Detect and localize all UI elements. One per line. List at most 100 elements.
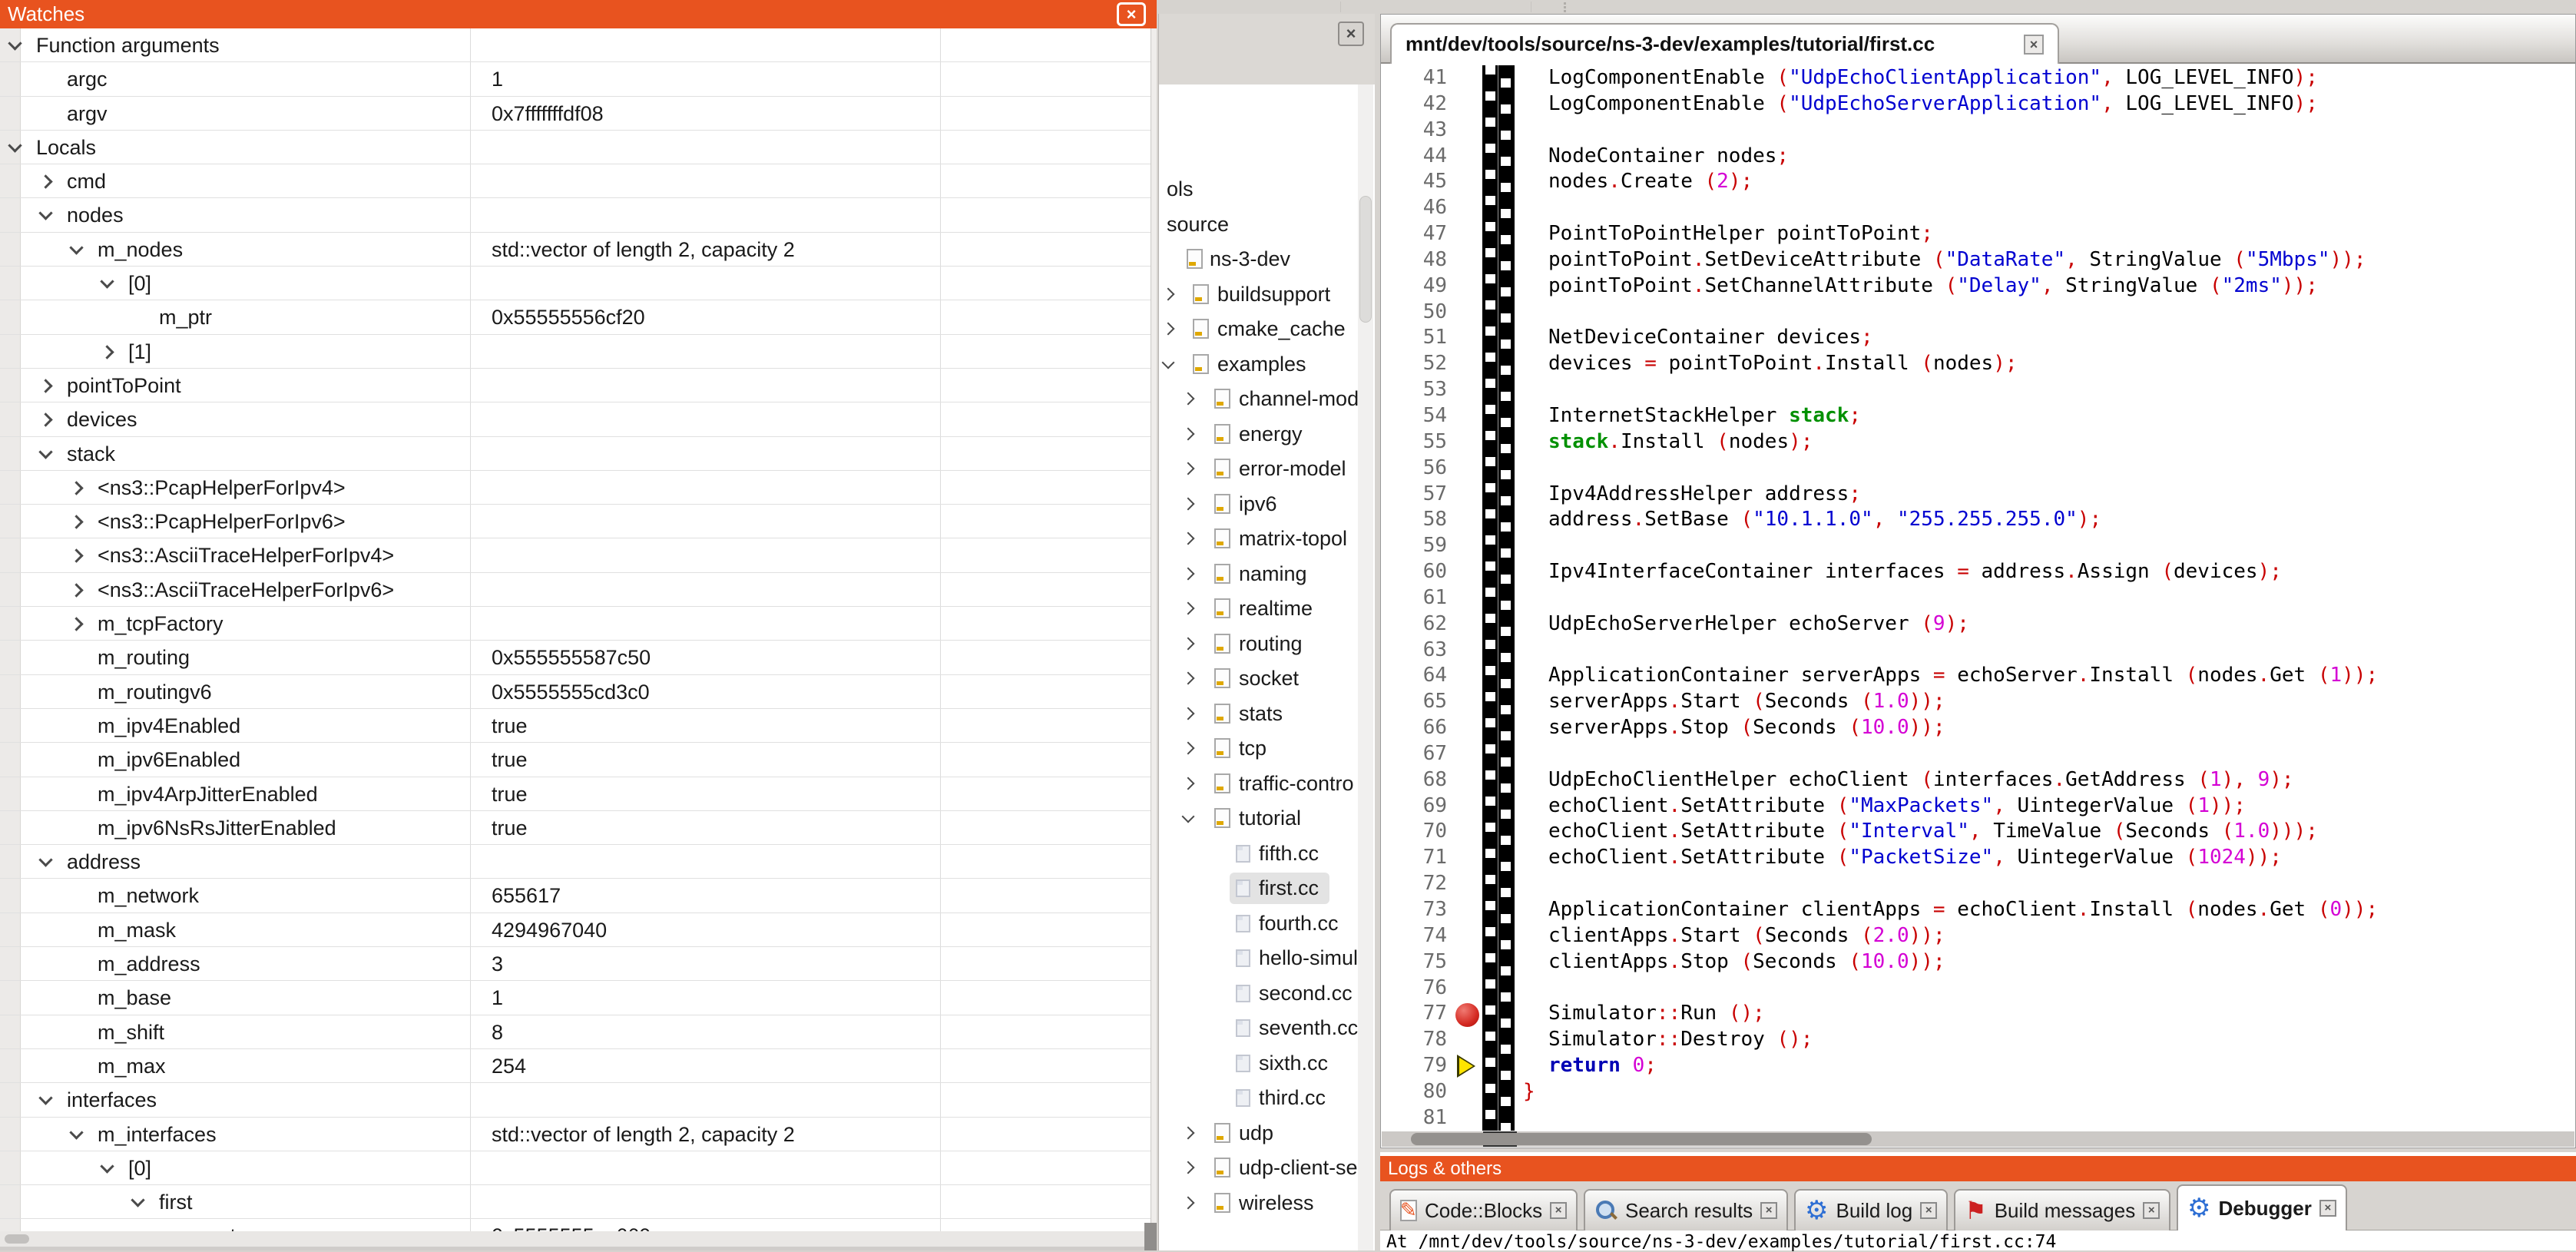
chevron-right-icon[interactable] xyxy=(1182,427,1195,440)
watches-horizontal-scrollbar[interactable] xyxy=(0,1231,1151,1247)
marker-margin[interactable] xyxy=(1452,91,1482,118)
chevron-right-icon[interactable] xyxy=(1182,777,1195,790)
line-number[interactable]: 68 xyxy=(1382,767,1452,793)
tree-item-routing[interactable]: routing xyxy=(1159,627,1360,661)
close-icon[interactable]: × xyxy=(2143,1202,2160,1219)
watch-row[interactable]: interfaces xyxy=(0,1083,1151,1117)
logs-tab-debugger[interactable]: ⚙Debugger× xyxy=(2177,1184,2347,1230)
watch-row[interactable]: m_ptr0x5555555ca660 xyxy=(0,1219,1151,1231)
line-number[interactable]: 55 xyxy=(1382,429,1452,455)
line-number[interactable]: 50 xyxy=(1382,300,1452,326)
chevron-down-icon[interactable] xyxy=(38,445,52,459)
watch-row[interactable]: pointToPoint xyxy=(0,369,1151,402)
chevron-right-icon[interactable] xyxy=(1182,707,1195,720)
chevron-right-icon[interactable] xyxy=(1182,1196,1195,1209)
chevron-down-icon[interactable] xyxy=(8,138,22,152)
marker-margin[interactable] xyxy=(1452,221,1482,247)
watch-row[interactable]: cmd xyxy=(0,164,1151,198)
marker-margin[interactable] xyxy=(1452,455,1482,482)
marker-margin[interactable] xyxy=(1452,897,1482,923)
line-number[interactable]: 48 xyxy=(1382,247,1452,273)
chevron-right-icon[interactable] xyxy=(1182,1126,1195,1139)
marker-margin[interactable] xyxy=(1452,975,1482,1002)
line-number[interactable]: 74 xyxy=(1382,923,1452,949)
tree-item-tutorial[interactable]: tutorial xyxy=(1159,801,1360,836)
marker-margin[interactable] xyxy=(1452,1027,1482,1053)
line-number[interactable]: 46 xyxy=(1382,195,1452,221)
chevron-down-icon[interactable] xyxy=(131,1193,144,1207)
line-number[interactable]: 66 xyxy=(1382,715,1452,741)
watch-row[interactable]: argc1 xyxy=(0,62,1151,96)
tree-item-hello-simul[interactable]: hello-simul xyxy=(1159,941,1360,975)
tree-item-cmake-cache[interactable]: cmake_cache xyxy=(1159,312,1360,346)
chevron-right-icon[interactable] xyxy=(1182,1161,1195,1174)
chevron-right-icon[interactable] xyxy=(1182,742,1195,755)
marker-margin[interactable] xyxy=(1452,689,1482,715)
tree-item-stats[interactable]: stats xyxy=(1159,697,1360,731)
watch-row[interactable]: argv0x7fffffffdf08 xyxy=(0,97,1151,131)
line-number[interactable]: 56 xyxy=(1382,455,1452,482)
logs-tab-code-blocks[interactable]: Code::Blocks× xyxy=(1389,1189,1578,1230)
marker-margin[interactable] xyxy=(1452,351,1482,377)
logs-tab-build-messages[interactable]: ⚑Build messages× xyxy=(1954,1189,2170,1230)
close-icon[interactable]: × xyxy=(1338,22,1364,46)
marker-margin[interactable] xyxy=(1452,300,1482,326)
chevron-right-icon[interactable] xyxy=(38,413,52,427)
chevron-down-icon[interactable] xyxy=(1162,356,1175,369)
logs-tab-search-results[interactable]: Search results× xyxy=(1584,1189,1788,1230)
line-number[interactable]: 62 xyxy=(1382,611,1452,638)
tree-item-udp[interactable]: udp xyxy=(1159,1116,1360,1151)
scrollbar-thumb[interactable] xyxy=(5,1234,29,1244)
watch-row[interactable]: [0] xyxy=(0,267,1151,300)
line-number[interactable]: 53 xyxy=(1382,377,1452,403)
tree-item-tcp[interactable]: tcp xyxy=(1159,731,1360,766)
watch-row[interactable]: <ns3::AsciiTraceHelperForIpv4> xyxy=(0,538,1151,572)
line-number[interactable]: 70 xyxy=(1382,819,1452,845)
line-number[interactable]: 75 xyxy=(1382,949,1452,975)
line-number[interactable]: 73 xyxy=(1382,897,1452,923)
watches-resize-grip[interactable] xyxy=(1144,1223,1157,1250)
watch-row[interactable]: m_ipv4ArpJitterEnabledtrue xyxy=(0,777,1151,811)
watch-row[interactable]: [0] xyxy=(0,1151,1151,1185)
marker-margin[interactable] xyxy=(1452,195,1482,221)
marker-margin[interactable] xyxy=(1452,482,1482,508)
tree-item-wireless[interactable]: wireless xyxy=(1159,1186,1360,1221)
watch-row[interactable]: m_mask4294967040 xyxy=(0,913,1151,947)
watch-row[interactable]: stack xyxy=(0,437,1151,471)
watch-row[interactable]: <ns3::AsciiTraceHelperForIpv6> xyxy=(0,573,1151,607)
line-number[interactable]: 58 xyxy=(1382,507,1452,533)
tree-item-examples[interactable]: examples xyxy=(1159,347,1360,382)
watch-row[interactable]: m_nodesstd::vector of length 2, capacity… xyxy=(0,233,1151,267)
marker-margin[interactable] xyxy=(1452,429,1482,455)
chevron-right-icon[interactable] xyxy=(69,481,83,495)
watch-row[interactable]: m_address3 xyxy=(0,947,1151,981)
marker-margin[interactable] xyxy=(1452,949,1482,975)
chevron-right-icon[interactable] xyxy=(69,549,83,563)
watch-row[interactable]: m_tcpFactory xyxy=(0,607,1151,641)
chevron-right-icon[interactable] xyxy=(1182,602,1195,615)
chevron-right-icon[interactable] xyxy=(69,617,83,631)
editor-tab-first-cc[interactable]: mnt/dev/tools/source/ns-3-dev/examples/t… xyxy=(1390,23,2059,64)
chevron-down-icon[interactable] xyxy=(1182,810,1195,823)
chevron-right-icon[interactable] xyxy=(100,345,114,359)
line-number[interactable]: 65 xyxy=(1382,689,1452,715)
watches-title-bar[interactable]: Watches × xyxy=(0,0,1157,28)
chevron-right-icon[interactable] xyxy=(38,379,52,392)
line-number[interactable]: 63 xyxy=(1382,638,1452,664)
tree-item-second-cc[interactable]: second.cc xyxy=(1159,976,1360,1011)
marker-margin[interactable] xyxy=(1452,1079,1482,1105)
logs-header[interactable]: Logs & others xyxy=(1380,1156,2576,1181)
watch-row[interactable]: m_ipv6NsRsJitterEnabledtrue xyxy=(0,811,1151,845)
line-number[interactable]: 45 xyxy=(1382,169,1452,195)
chevron-down-icon[interactable] xyxy=(38,207,52,220)
line-number[interactable]: 72 xyxy=(1382,871,1452,897)
line-number[interactable]: 41 xyxy=(1382,65,1452,91)
tree-item-energy[interactable]: energy xyxy=(1159,417,1360,452)
chevron-right-icon[interactable] xyxy=(1182,497,1195,510)
chevron-right-icon[interactable] xyxy=(69,583,83,597)
chevron-down-icon[interactable] xyxy=(100,274,114,288)
marker-margin[interactable] xyxy=(1452,273,1482,300)
line-number[interactable]: 77 xyxy=(1382,1001,1452,1027)
tree-item-fifth-cc[interactable]: fifth.cc xyxy=(1159,836,1360,871)
chevron-right-icon[interactable] xyxy=(38,174,52,188)
